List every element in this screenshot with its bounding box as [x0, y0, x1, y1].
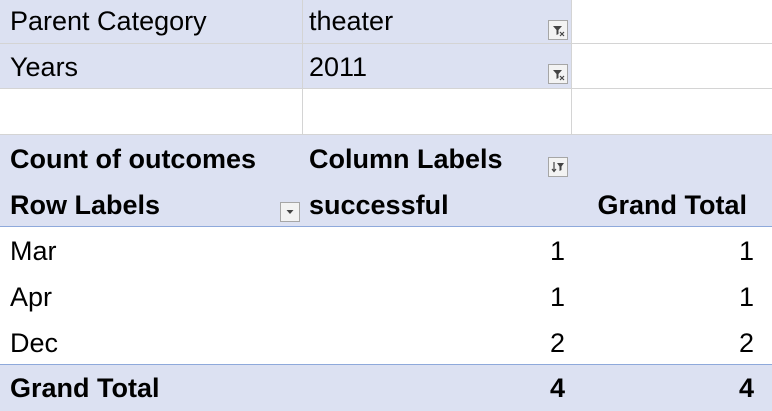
grand-total-column-header: Grand Total — [597, 190, 747, 220]
column-labels-filter-button[interactable] — [548, 157, 568, 177]
row-value-successful: 1 — [549, 282, 565, 312]
filter-value-parent-category: theater — [309, 6, 394, 36]
filter-label-parent-category: Parent Category — [10, 6, 207, 36]
filter-label-years: Years — [10, 52, 79, 82]
column-labels-header: Column Labels — [309, 144, 503, 174]
row-label: Dec — [10, 328, 59, 358]
filter-dropdown-years[interactable] — [548, 64, 568, 84]
row-value-successful: 2 — [549, 328, 565, 358]
gridline — [0, 88, 772, 89]
row-value-total: 1 — [738, 282, 754, 312]
row-labels-dropdown-button[interactable] — [280, 202, 300, 222]
grand-total-successful: 4 — [549, 373, 565, 403]
row-value-total: 1 — [738, 236, 754, 266]
grand-total-label: Grand Total — [10, 373, 160, 403]
value-field-label: Count of outcomes — [10, 144, 256, 174]
row-label: Apr — [10, 282, 53, 312]
grand-total-value: 4 — [738, 373, 754, 403]
row-value-successful: 1 — [549, 236, 565, 266]
gridline — [571, 0, 572, 135]
row-label: Mar — [10, 236, 57, 266]
filter-dropdown-parent-category[interactable] — [548, 20, 568, 40]
gridline — [0, 134, 772, 135]
filter-value-years: 2011 — [309, 52, 368, 82]
row-labels-header: Row Labels — [10, 190, 161, 220]
gridline — [302, 0, 303, 135]
column-header-successful: successful — [309, 190, 449, 220]
row-value-total: 2 — [738, 328, 754, 358]
